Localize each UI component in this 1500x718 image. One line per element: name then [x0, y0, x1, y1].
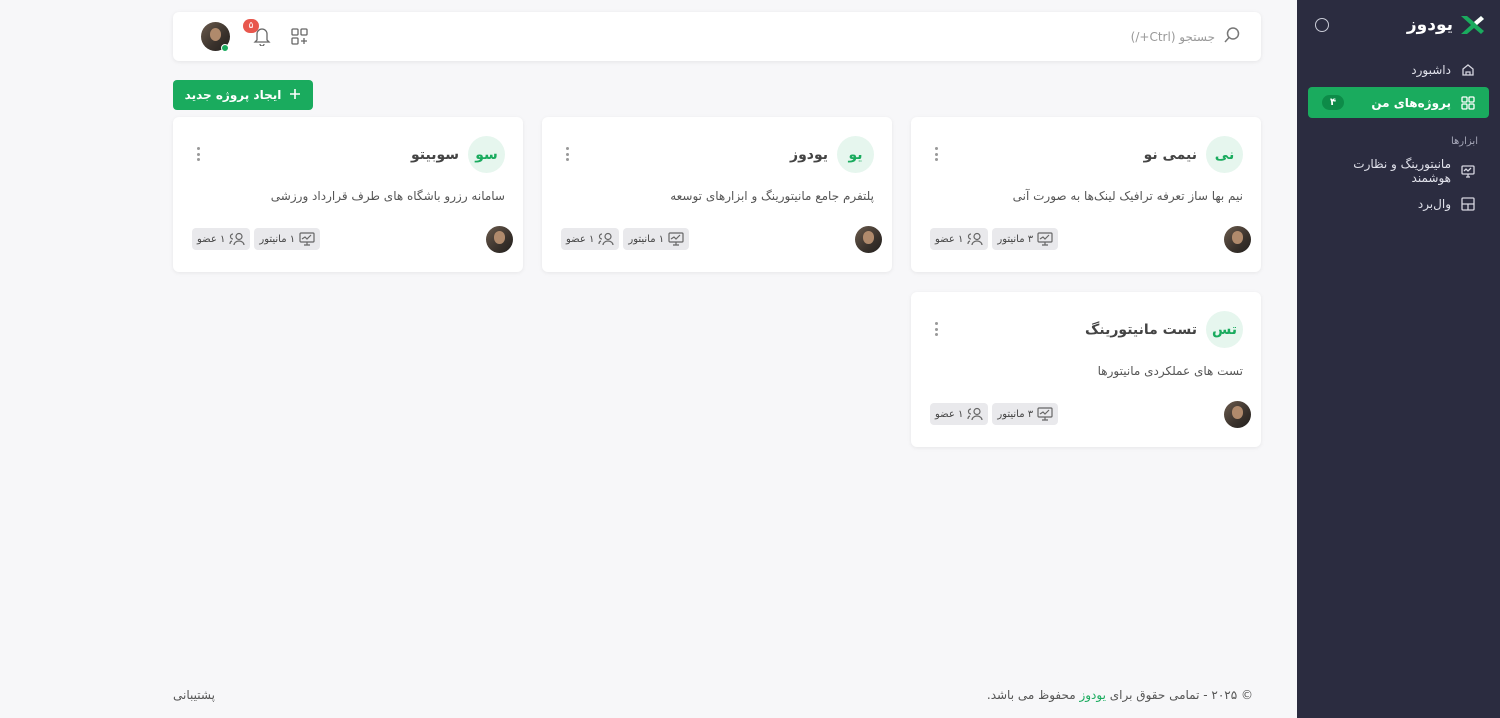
project-description: سامانه رزرو باشگاه های طرف قرارداد ورزشی: [270, 189, 505, 203]
project-card[interactable]: یو یودوز پلتفرم جامع مانیتورینگ و ابزاره…: [542, 117, 892, 272]
users-icon: [967, 232, 983, 246]
project-card[interactable]: سو سوبیتو سامانه رزرو باشگاه های طرف قرا…: [173, 117, 523, 272]
copyright-brand-link[interactable]: یودوز: [1079, 688, 1105, 702]
members-chip: ۱ عضو: [930, 403, 989, 425]
member-avatar: [486, 226, 513, 253]
search-input[interactable]: جستجو (Ctrl+/): [1131, 30, 1215, 44]
sidebar-toggle[interactable]: [1315, 18, 1329, 32]
monitors-chip: ۳ مانیتور: [992, 403, 1059, 425]
logo-icon: [1459, 14, 1485, 36]
users-icon: [967, 407, 983, 421]
project-description: تست های عملکردی مانیتورها: [1097, 364, 1243, 378]
users-icon: [229, 232, 245, 246]
monitor-icon: [299, 232, 315, 246]
member-avatar: [1224, 401, 1251, 428]
project-initials: سو: [468, 136, 505, 173]
project-card-header: سو سوبیتو: [411, 136, 505, 173]
copyright: © ۲۰۲۵ - تمامی حقوق برای یودوز محفوظ می …: [987, 688, 1253, 702]
monitors-count: ۱ مانیتور: [628, 233, 665, 245]
monitors-count: ۱ مانیتور: [259, 233, 296, 245]
project-title[interactable]: نیمی نو: [1144, 147, 1197, 163]
new-project-button[interactable]: ایجاد پروژه جدید: [173, 80, 313, 110]
monitors-count: ۳ مانیتور: [997, 408, 1034, 420]
projects-count-badge: ۴: [1322, 95, 1345, 110]
more-options-icon[interactable]: [564, 147, 570, 161]
home-icon: [1461, 63, 1475, 77]
sidebar-item-label: وال‌برد: [1417, 196, 1451, 211]
members-count: ۱ عضو: [566, 233, 595, 245]
members-chip: ۱ عضو: [561, 228, 620, 250]
members-count: ۱ عضو: [935, 233, 964, 245]
sidebar-item-label: داشبورد: [1411, 62, 1451, 77]
project-card[interactable]: تس تست مانیتورینگ تست های عملکردی مانیتو…: [911, 292, 1261, 447]
project-stats: ۱ عضو ۳ مانیتور: [930, 403, 1059, 425]
grid-icon: [1461, 95, 1475, 110]
topbar: جستجو (Ctrl+/) ۵: [173, 12, 1261, 61]
tools-section-title: ابزارها: [1450, 136, 1478, 147]
notification-badge: ۵: [243, 19, 259, 33]
project-initials: نی: [1206, 136, 1243, 173]
sidebar-item-label: پروژه‌های من: [1371, 95, 1451, 110]
project-stats: ۱ عضو ۱ مانیتور: [561, 228, 690, 250]
project-title[interactable]: یودوز: [790, 147, 828, 163]
sidebar-item-my-projects[interactable]: پروژه‌های من ۴: [1308, 87, 1489, 118]
monitor-icon: [1037, 407, 1053, 421]
sidebar-item-label: مانیتورینگ و نظارت هوشمند: [1353, 156, 1451, 185]
monitor-icon: [668, 232, 684, 246]
support-link[interactable]: پشتیبانی: [173, 688, 215, 702]
copyright-suffix: محفوظ می باشد.: [986, 688, 1080, 702]
monitor-icon: [1037, 232, 1053, 246]
sidebar: یودوز داشبورد پروژه‌های من ۴ ابزارها مان…: [1297, 0, 1500, 718]
sidebar-item-dashboard[interactable]: داشبورد: [1308, 54, 1489, 85]
brand[interactable]: یودوز: [1407, 14, 1485, 36]
members-chip: ۱ عضو: [192, 228, 251, 250]
members-chip: ۱ عضو: [930, 228, 989, 250]
more-options-icon[interactable]: [933, 147, 939, 161]
project-stats: ۱ عضو ۱ مانیتور: [192, 228, 321, 250]
member-avatar: [855, 226, 882, 253]
plus-icon: [289, 88, 301, 103]
apps-icon[interactable]: [291, 28, 309, 46]
project-initials: تس: [1206, 311, 1243, 348]
project-card-header: تس تست مانیتورینگ: [1085, 311, 1243, 348]
brand-name: یودوز: [1406, 15, 1453, 35]
sidebar-item-monitoring[interactable]: مانیتورینگ و نظارت هوشمند: [1308, 155, 1489, 186]
member-avatar: [1224, 226, 1251, 253]
project-title[interactable]: تست مانیتورینگ: [1085, 322, 1197, 338]
project-initials: یو: [837, 136, 874, 173]
search-box[interactable]: جستجو (Ctrl+/): [1131, 26, 1241, 47]
users-icon: [598, 232, 614, 246]
monitors-chip: ۱ مانیتور: [623, 228, 690, 250]
project-stats: ۱ عضو ۳ مانیتور: [930, 228, 1059, 250]
project-title[interactable]: سوبیتو: [411, 147, 459, 163]
members-count: ۱ عضو: [197, 233, 226, 245]
project-description: نیم بها ساز تعرفه ترافیک لینک‌ها به صورت…: [1012, 189, 1243, 203]
monitors-chip: ۳ مانیتور: [992, 228, 1059, 250]
more-options-icon[interactable]: [933, 322, 939, 336]
more-options-icon[interactable]: [195, 147, 201, 161]
sidebar-item-wallboard[interactable]: وال‌برد: [1308, 188, 1489, 219]
project-card[interactable]: نی نیمی نو نیم بها ساز تعرفه ترافیک لینک…: [911, 117, 1261, 272]
search-icon: [1223, 26, 1241, 47]
board-icon: [1461, 196, 1475, 211]
monitors-chip: ۱ مانیتور: [254, 228, 321, 250]
online-status-dot: [221, 44, 229, 52]
project-card-header: نی نیمی نو: [1144, 136, 1243, 173]
project-description: پلتفرم جامع مانیتورینگ و ابزارهای توسعه: [670, 189, 874, 203]
monitors-count: ۳ مانیتور: [997, 233, 1034, 245]
project-card-header: یو یودوز: [790, 136, 874, 173]
monitor-icon: [1461, 164, 1475, 178]
members-count: ۱ عضو: [935, 408, 964, 420]
new-project-label: ایجاد پروژه جدید: [184, 88, 282, 102]
copyright-prefix: © ۲۰۲۵ - تمامی حقوق برای: [1105, 688, 1253, 702]
